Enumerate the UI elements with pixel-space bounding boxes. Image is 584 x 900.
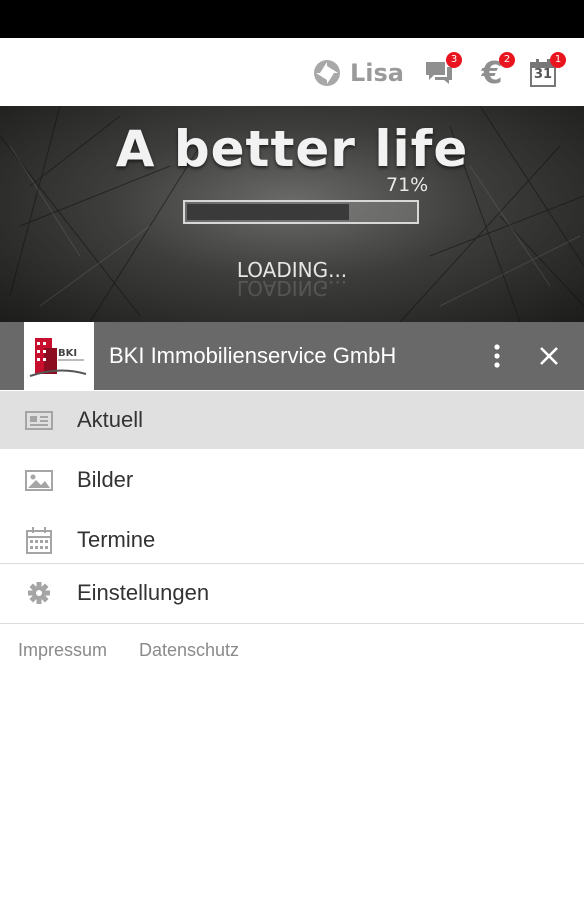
payments-button[interactable]: € 2: [475, 52, 515, 91]
calendar-button[interactable]: 31 1: [526, 52, 566, 90]
logo-text: BKI: [58, 348, 77, 359]
menu-item-einstellungen[interactable]: Einstellungen: [0, 564, 584, 622]
user-switch[interactable]: Lisa: [312, 56, 404, 90]
top-bar: Lisa 3 € 2 31 1: [0, 38, 584, 107]
banner-image: A better life 71% LOADING... LOADING...: [0, 106, 584, 322]
company-name: BKI Immobilienservice GmbH: [109, 343, 397, 368]
menu-item-bilder[interactable]: Bilder: [0, 451, 584, 509]
menu-label-bilder: Bilder: [77, 467, 134, 492]
progress-percent: 71%: [386, 174, 429, 196]
progress-bar: [183, 200, 419, 224]
menu-divider: [0, 623, 584, 624]
more-options-button[interactable]: [477, 336, 517, 376]
menu-item-aktuell[interactable]: Aktuell: [0, 391, 584, 449]
calendar-badge: 1: [550, 52, 566, 68]
calendar-grid-icon: [26, 527, 52, 554]
menu-label-aktuell: Aktuell: [77, 407, 144, 432]
menu-label-einstellungen: Einstellungen: [77, 580, 210, 605]
status-bar: [0, 0, 584, 38]
image-icon: [25, 470, 53, 491]
calendar-day: 31: [533, 67, 553, 82]
user-logo-icon: [314, 60, 340, 86]
user-name: Lisa: [350, 59, 404, 87]
impressum-link[interactable]: Impressum: [18, 640, 107, 661]
messages-badge: 3: [446, 52, 462, 68]
more-vertical-icon: [494, 344, 500, 368]
loading-text-reflection: LOADING...: [236, 276, 348, 300]
banner-title: A better life: [115, 120, 469, 178]
drawer-header: BKI BKI Immobilienservice GmbH: [0, 322, 584, 390]
gear-icon: [28, 582, 50, 604]
progress-fill: [187, 204, 349, 220]
building-logo-icon: BKI: [29, 338, 87, 377]
payments-badge: 2: [499, 52, 515, 68]
close-drawer-button[interactable]: [529, 336, 569, 376]
menu-label-termine: Termine: [77, 527, 156, 552]
menu-item-termine[interactable]: Termine: [0, 511, 584, 569]
close-icon: [540, 347, 558, 365]
news-icon: [25, 411, 53, 430]
datenschutz-link[interactable]: Datenschutz: [139, 640, 239, 661]
company-logo: BKI: [24, 322, 94, 390]
messages-button[interactable]: 3: [422, 52, 462, 90]
